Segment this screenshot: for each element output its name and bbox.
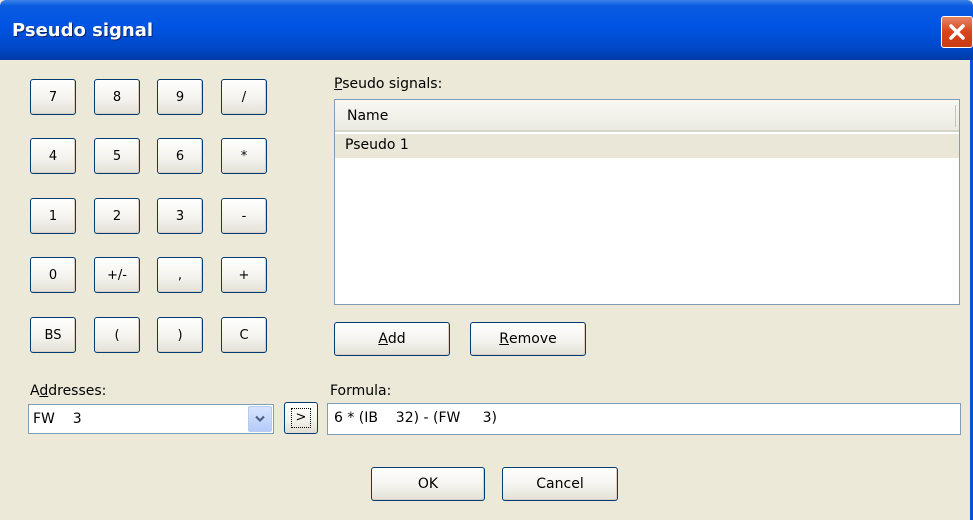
formula-input[interactable]: 6 * (IB 32) - (FW 3) <box>327 403 961 435</box>
key-close-paren[interactable]: ) <box>157 317 203 353</box>
column-header-name[interactable]: Name <box>347 108 388 124</box>
close-button[interactable] <box>941 16 973 48</box>
key-2[interactable]: 2 <box>94 198 140 234</box>
key-9[interactable]: 9 <box>157 79 203 115</box>
key-4[interactable]: 4 <box>30 138 76 174</box>
chevron-down-icon <box>255 415 265 423</box>
ok-button[interactable]: OK <box>371 467 485 501</box>
window-title: Pseudo signal <box>12 20 154 41</box>
key-multiply[interactable]: * <box>221 138 267 174</box>
combo-dropdown-button[interactable] <box>248 406 272 432</box>
formula-value: 6 * (IB 32) - (FW 3) <box>334 410 498 426</box>
pseudo-signals-list[interactable]: Name Pseudo 1 <box>334 99 960 305</box>
addresses-combo[interactable]: FW 3 <box>28 404 274 434</box>
key-8[interactable]: 8 <box>94 79 140 115</box>
key-0[interactable]: 0 <box>30 257 76 293</box>
addresses-label: Addresses: <box>30 383 107 399</box>
key-open-paren[interactable]: ( <box>94 317 140 353</box>
key-1[interactable]: 1 <box>30 198 76 234</box>
insert-address-button[interactable]: > <box>284 402 318 434</box>
cancel-button[interactable]: Cancel <box>502 467 618 501</box>
key-7[interactable]: 7 <box>30 79 76 115</box>
key-comma[interactable]: , <box>157 257 203 293</box>
key-minus[interactable]: - <box>221 198 267 234</box>
key-5[interactable]: 5 <box>94 138 140 174</box>
key-plus[interactable]: + <box>221 257 267 293</box>
key-backspace[interactable]: BS <box>30 317 76 353</box>
key-divide[interactable]: / <box>221 79 267 115</box>
addresses-value: FW 3 <box>33 411 82 427</box>
column-divider[interactable] <box>955 105 956 127</box>
key-6[interactable]: 6 <box>157 138 203 174</box>
key-3[interactable]: 3 <box>157 198 203 234</box>
close-icon <box>949 24 965 40</box>
title-bar[interactable]: Pseudo signal <box>0 0 973 60</box>
list-item[interactable]: Pseudo 1 <box>335 134 959 158</box>
list-item-label: Pseudo 1 <box>345 137 409 153</box>
list-header: Name <box>335 100 959 132</box>
remove-button[interactable]: Remove <box>470 322 586 356</box>
pseudo-signals-label: Pseudo signals: <box>334 76 443 92</box>
key-clear[interactable]: C <box>221 317 267 353</box>
formula-label: Formula: <box>330 383 392 399</box>
key-plus-minus[interactable]: +/- <box>94 257 140 293</box>
add-button[interactable]: Add <box>334 322 450 356</box>
